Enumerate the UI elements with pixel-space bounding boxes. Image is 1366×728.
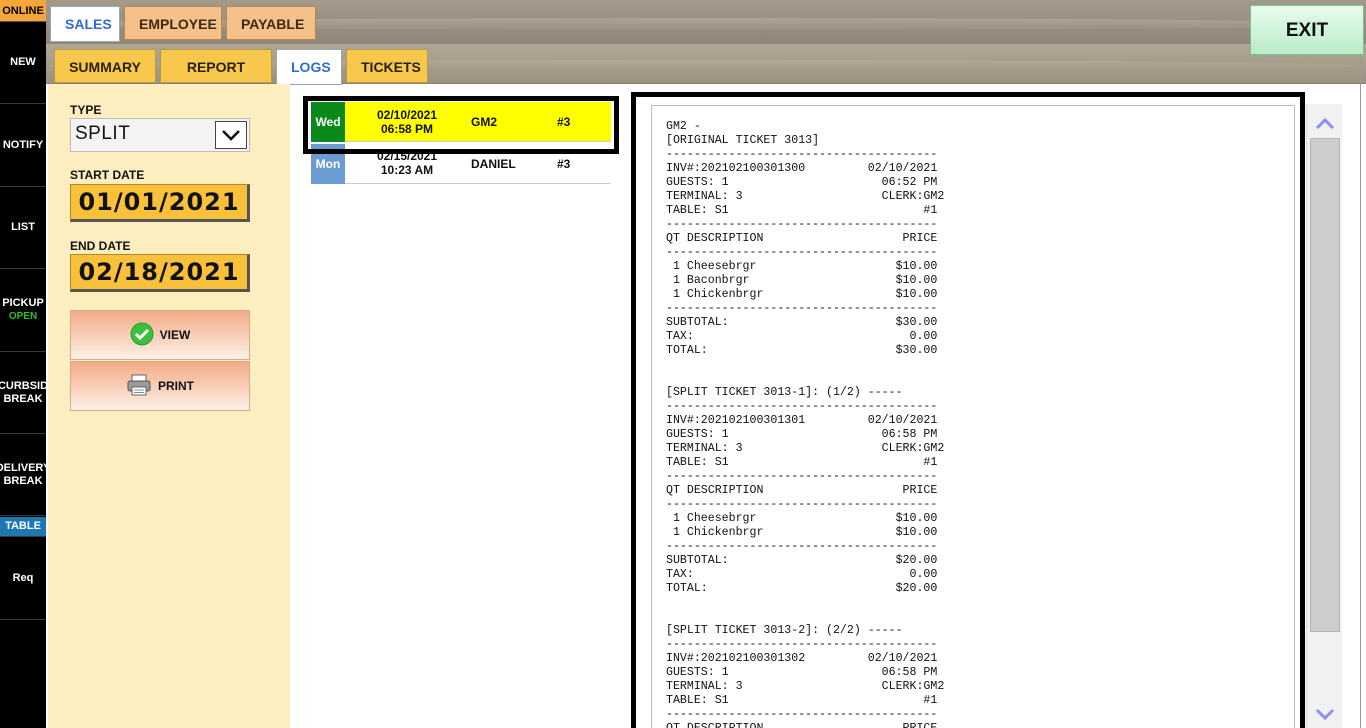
left-sidebar: ONLINE NEW NOTIFY LIST PICKUP OPEN CURBS…: [0, 0, 46, 728]
chevron-up-icon[interactable]: [1313, 112, 1337, 136]
tab-sales[interactable]: SALES: [50, 6, 120, 42]
chevron-down-icon[interactable]: [1313, 702, 1337, 726]
list-item[interactable]: Mon 02/15/2021 10:23 AM DANIEL #3: [311, 144, 611, 184]
end-date-field[interactable]: 02/18/2021: [70, 254, 250, 292]
log-datetime: 02/10/2021 06:58 PM: [357, 108, 457, 136]
view-button-label: VIEW: [159, 328, 191, 342]
type-select-value: SPLIT: [75, 123, 131, 144]
checkmark-icon: [130, 322, 154, 349]
start-date-field[interactable]: 01/01/2021: [70, 184, 250, 222]
sidebar-item-label: DELIVERY: [0, 461, 46, 474]
sub-tab-bar: SUMMARY REPORT LIST LOGS TICKETS: [46, 44, 1366, 109]
log-clerk: DANIEL: [471, 157, 516, 171]
sidebar-item-delivery[interactable]: DELIVERY BREAK: [0, 434, 46, 516]
printer-icon: [126, 373, 152, 400]
top-tab-bar: SALES EMPLOYEE PAYABLE: [46, 0, 1366, 44]
receipt-paper: GM2 - [ORIGINAL TICKET 3013] -----------…: [651, 105, 1295, 728]
receipt-preview: GM2 - [ORIGINAL TICKET 3013] -----------…: [631, 92, 1305, 728]
log-clerk: GM2: [471, 115, 498, 129]
filter-panel: TYPE SPLIT START DATE 01/01/2021 END DAT…: [48, 84, 290, 728]
chevron-down-icon[interactable]: [215, 121, 247, 149]
receipt-scrollbar[interactable]: [1306, 104, 1342, 728]
log-time: 10:23 AM: [380, 163, 434, 177]
tab-summary[interactable]: SUMMARY: [54, 49, 156, 83]
sidebar-item-label: TABLE: [5, 520, 41, 532]
log-datetime: 02/15/2021 10:23 AM: [357, 149, 457, 177]
sidebar-item-notify[interactable]: NOTIFY: [0, 104, 46, 187]
sidebar-item-label-2: BREAK: [3, 474, 43, 487]
sidebar-item-label: CURBSID: [0, 379, 46, 392]
sidebar-item-label-2: BREAK: [3, 392, 43, 405]
print-button[interactable]: PRINT: [70, 361, 250, 411]
pickup-status-label: OPEN: [8, 311, 38, 322]
scroll-thumb[interactable]: [1310, 138, 1340, 632]
online-status-badge: ONLINE: [0, 0, 46, 22]
sidebar-item-label: LIST: [11, 221, 35, 233]
sidebar-item-table[interactable]: TABLE: [0, 517, 46, 537]
type-select[interactable]: SPLIT: [70, 118, 250, 152]
right-gutter: [1342, 84, 1366, 728]
tab-logs[interactable]: LOGS: [276, 49, 342, 85]
app-window: ONLINE NEW NOTIFY LIST PICKUP OPEN CURBS…: [0, 0, 1366, 728]
tab-payable[interactable]: PAYABLE: [226, 6, 316, 40]
tab-employee[interactable]: EMPLOYEE: [124, 6, 222, 40]
sidebar-item-new[interactable]: NEW: [0, 22, 46, 104]
sidebar-item-req[interactable]: Req: [0, 538, 46, 620]
tab-tickets[interactable]: TICKETS: [346, 49, 428, 83]
type-label: TYPE: [70, 103, 102, 117]
start-date-label: START DATE: [70, 168, 145, 182]
day-badge: Wed: [311, 102, 345, 142]
sidebar-item-pickup[interactable]: PICKUP OPEN: [0, 269, 46, 352]
receipt-text: GM2 - [ORIGINAL TICKET 3013] -----------…: [666, 120, 945, 728]
sidebar-item-label: Req: [12, 572, 34, 584]
log-time: 06:58 PM: [380, 122, 434, 136]
sidebar-item-label: PICKUP: [2, 297, 44, 309]
day-badge: Mon: [311, 144, 345, 184]
tab-report-list[interactable]: REPORT LIST: [160, 49, 272, 109]
log-number: #3: [557, 157, 571, 171]
sidebar-item-label: NOTIFY: [2, 138, 44, 151]
log-date: 02/15/2021: [376, 149, 438, 163]
exit-button[interactable]: EXIT: [1250, 5, 1364, 55]
log-number: #3: [557, 115, 571, 129]
log-date: 02/10/2021: [376, 108, 438, 122]
sidebar-item-list[interactable]: LIST: [0, 187, 46, 269]
divider: [1360, 54, 1361, 728]
view-button[interactable]: VIEW: [70, 310, 250, 360]
sidebar-item-label: NEW: [10, 56, 36, 68]
sidebar-item-curbside[interactable]: CURBSID BREAK: [0, 352, 46, 434]
end-date-label: END DATE: [70, 239, 131, 253]
list-item[interactable]: Wed 02/10/2021 06:58 PM GM2 #3: [311, 102, 611, 142]
log-list: Wed 02/10/2021 06:58 PM GM2 #3 Mon 02/15…: [300, 94, 620, 728]
print-button-label: PRINT: [158, 379, 194, 393]
